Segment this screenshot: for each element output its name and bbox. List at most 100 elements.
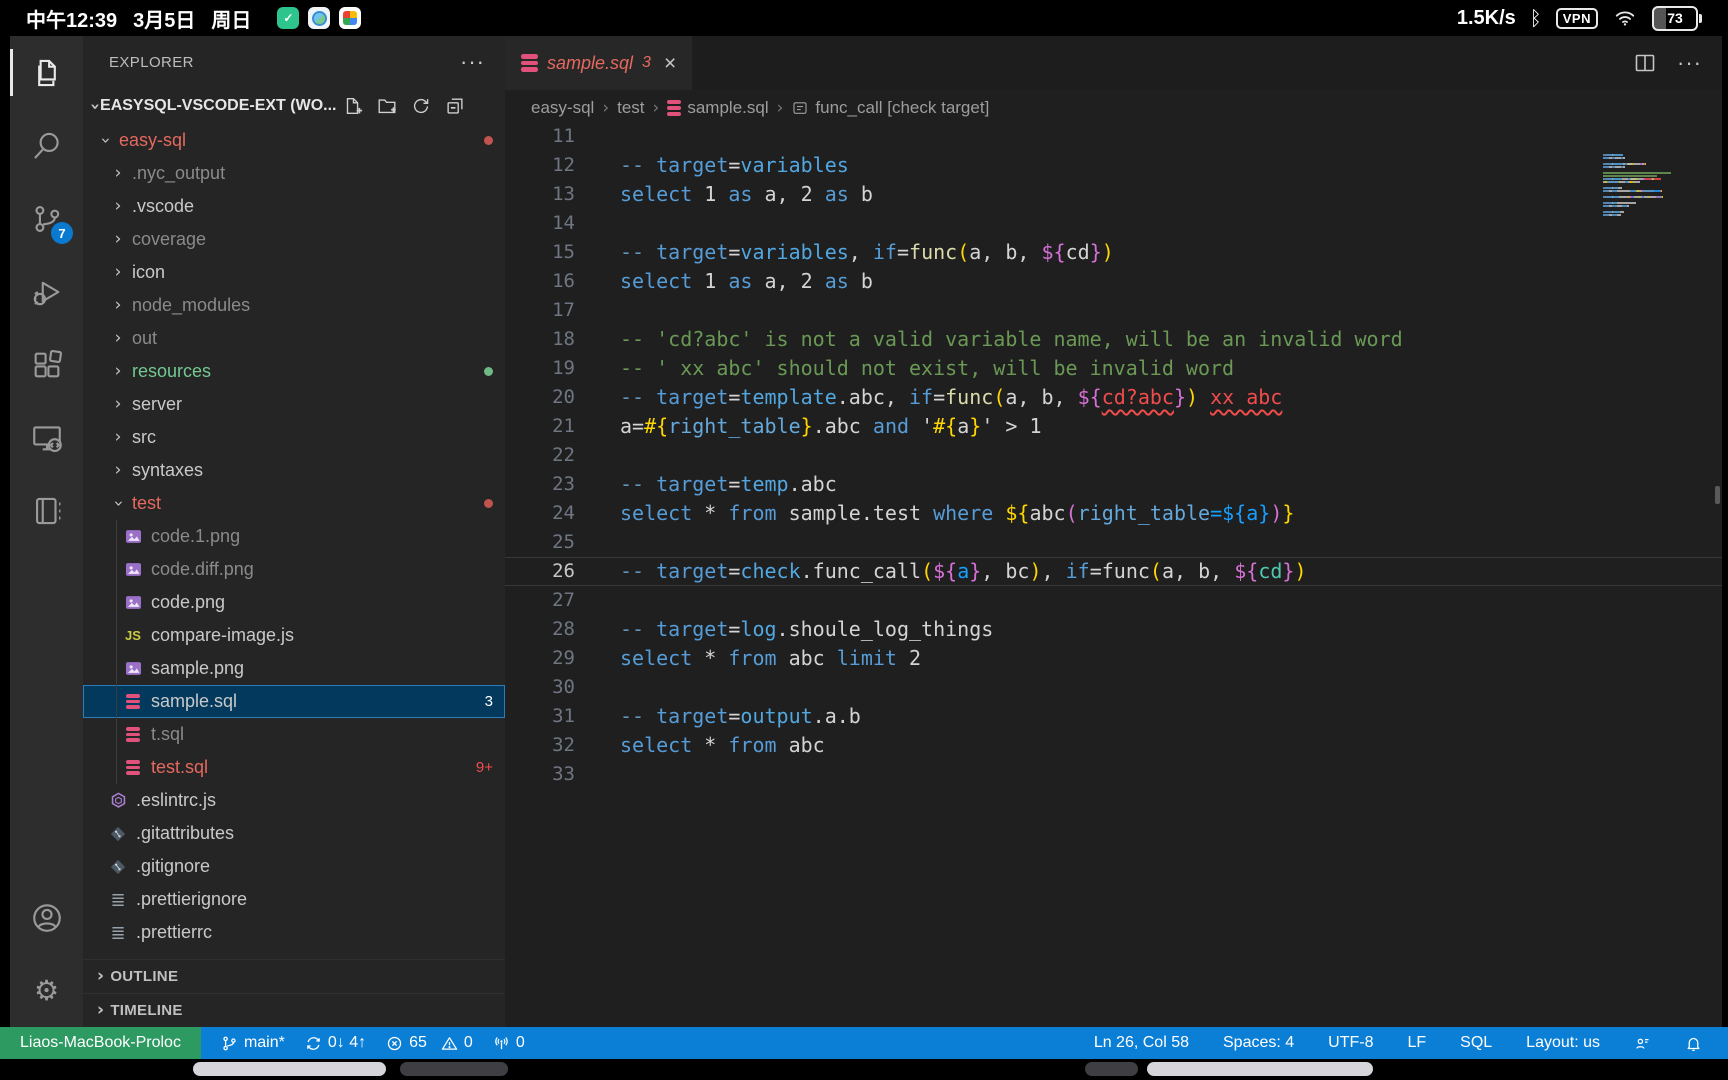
keyboard-layout[interactable]: Layout: us (1516, 1034, 1610, 1052)
tree-folder--nyc-output[interactable]: ›.nyc_output (83, 157, 505, 190)
workspace-section-header[interactable]: › EASYSQL-VSCODE-EXT (WO... (83, 88, 505, 124)
code-line-14[interactable]: 14 (505, 209, 1722, 238)
window-drag-handle[interactable] (400, 1062, 508, 1076)
code-line-32[interactable]: 32select * from abc (505, 731, 1722, 760)
breadcrumb-item[interactable]: sample.sql (667, 98, 768, 118)
code-line-11[interactable]: 11 (505, 126, 1722, 151)
tree-folder-easy-sql[interactable]: ›easy-sql (83, 124, 505, 157)
activity-extensions-button[interactable] (10, 328, 83, 401)
breadcrumb-separator: › (777, 98, 784, 118)
split-editor-icon[interactable] (1633, 51, 1657, 75)
remote-indicator[interactable]: Liaos-MacBook-Proloc (0, 1027, 201, 1059)
indentation-status[interactable]: Spaces: 4 (1213, 1034, 1304, 1052)
code-line-13[interactable]: 13select 1 as a, 2 as b (505, 180, 1722, 209)
code-line-18[interactable]: 18-- 'cd?abc' is not a valid variable na… (505, 325, 1722, 354)
breadcrumb-item[interactable]: func_call [check target] (791, 98, 989, 118)
problems-status[interactable]: 65 0 (376, 1034, 483, 1052)
tree-folder-src[interactable]: ›src (83, 421, 505, 454)
activity-search-button[interactable] (10, 109, 83, 182)
tree-file-compare-image-js[interactable]: JScompare-image.js (83, 619, 505, 652)
section-timeline[interactable]: ›TIMELINE (83, 993, 505, 1027)
tree-file-test-sql[interactable]: test.sql9+ (83, 751, 505, 784)
line-number: 18 (505, 325, 620, 354)
window-drag-handle[interactable] (1147, 1062, 1373, 1076)
code-line-25[interactable]: 25 (505, 528, 1722, 557)
sidebar-more-actions-button[interactable]: ··· (460, 49, 485, 75)
notifications-button[interactable] (1675, 1035, 1712, 1052)
tree-file-t-sql[interactable]: t.sql (83, 718, 505, 751)
store-app-icon[interactable] (339, 7, 361, 29)
minimap[interactable] (1603, 151, 1709, 220)
tree-file-sample-sql[interactable]: sample.sql3 (83, 685, 505, 718)
activity-run-debug-button[interactable] (10, 255, 83, 328)
code-line-20[interactable]: 20-- target=template.abc, if=func(a, b, … (505, 383, 1722, 412)
code-line-19[interactable]: 19-- ' xx abc' should not exist, will be… (505, 354, 1722, 383)
tree-folder-test[interactable]: ›test (83, 487, 505, 520)
tree-file--prettierrc[interactable]: ≣.prettierrc (83, 916, 505, 949)
code-line-31[interactable]: 31-- target=output.a.b (505, 702, 1722, 731)
tree-folder-server[interactable]: ›server (83, 388, 505, 421)
code-line-15[interactable]: 15-- target=variables, if=func(a, b, ${c… (505, 238, 1722, 267)
encoding-status[interactable]: UTF-8 (1318, 1034, 1383, 1052)
code-line-27[interactable]: 27 (505, 586, 1722, 615)
refresh-icon[interactable] (410, 95, 432, 117)
shield-app-icon[interactable]: ✓ (277, 7, 299, 29)
activity-settings-button[interactable]: ⚙ (10, 954, 83, 1027)
tree-file-code-png[interactable]: code.png (83, 586, 505, 619)
tree-folder-node-modules[interactable]: ›node_modules (83, 289, 505, 322)
code-line-30[interactable]: 30 (505, 673, 1722, 702)
cursor-position[interactable]: Ln 26, Col 58 (1084, 1034, 1199, 1052)
section-outline[interactable]: ›OUTLINE (83, 959, 505, 993)
breadcrumb-separator: › (653, 98, 660, 118)
tree-file--eslintrc-js[interactable]: .eslintrc.js (83, 784, 505, 817)
activity-source-control-button[interactable]: 7 (10, 182, 83, 255)
code-line-22[interactable]: 22 (505, 441, 1722, 470)
code-line-28[interactable]: 28-- target=log.shoule_log_things (505, 615, 1722, 644)
code-line-33[interactable]: 33 (505, 760, 1722, 789)
editor-more-actions-icon[interactable]: ··· (1677, 50, 1702, 76)
activity-explorer-button[interactable] (10, 36, 83, 109)
breadcrumb-item[interactable]: easy-sql (531, 98, 594, 118)
sync-status[interactable]: 0↓ 4↑ (295, 1034, 376, 1052)
code-line-24[interactable]: 24select * from sample.test where ${abc(… (505, 499, 1722, 528)
activity-remote-explorer-button[interactable] (10, 401, 83, 474)
eol-status[interactable]: LF (1397, 1034, 1436, 1052)
code-line-12[interactable]: 12-- target=variables (505, 151, 1722, 180)
new-folder-icon[interactable] (376, 95, 398, 117)
activity-notebook-button[interactable] (10, 474, 83, 547)
tree-item-label: .prettierignore (136, 889, 247, 910)
tree-file-code-1-png[interactable]: code.1.png (83, 520, 505, 553)
code-line-17[interactable]: 17 (505, 296, 1722, 325)
code-editor[interactable]: 1112-- target=variables13select 1 as a, … (505, 126, 1722, 1027)
window-drag-handle[interactable] (193, 1062, 386, 1076)
tree-folder-syntaxes[interactable]: ›syntaxes (83, 454, 505, 487)
code-line-29[interactable]: 29select * from abc limit 2 (505, 644, 1722, 673)
tree-folder-out[interactable]: ›out (83, 322, 505, 355)
breadcrumb-item[interactable]: test (617, 98, 644, 118)
code-line-21[interactable]: 21a=#{right_table}.abc and '#{a}' > 1 (505, 412, 1722, 441)
tree-folder--vscode[interactable]: ›.vscode (83, 190, 505, 223)
tree-file--prettierignore[interactable]: ≣.prettierignore (83, 883, 505, 916)
feedback-button[interactable] (1624, 1035, 1661, 1052)
collapse-all-icon[interactable] (444, 95, 466, 117)
tab-close-icon[interactable]: × (664, 53, 676, 74)
tree-file--gitignore[interactable]: .gitignore (83, 850, 505, 883)
tree-file-sample-png[interactable]: sample.png (83, 652, 505, 685)
ports-status[interactable]: 0 (483, 1034, 535, 1052)
tree-file-code-diff-png[interactable]: code.diff.png (83, 553, 505, 586)
code-line-26[interactable]: 26-- target=check.func_call(${a}, bc), i… (505, 557, 1722, 586)
tab-sample-sql[interactable]: sample.sql 3 × (505, 36, 692, 90)
code-line-23[interactable]: 23-- target=temp.abc (505, 470, 1722, 499)
code-line-16[interactable]: 16select 1 as a, 2 as b (505, 267, 1722, 296)
tree-folder-icon[interactable]: ›icon (83, 256, 505, 289)
browser-app-icon[interactable] (308, 7, 330, 29)
language-mode[interactable]: SQL (1450, 1034, 1502, 1052)
activity-account-button[interactable] (10, 881, 83, 954)
branch-status[interactable]: main* (211, 1034, 295, 1052)
tree-folder-coverage[interactable]: ›coverage (83, 223, 505, 256)
tree-file--gitattributes[interactable]: .gitattributes (83, 817, 505, 850)
window-drag-handle[interactable] (1085, 1062, 1138, 1076)
tree-folder-resources[interactable]: ›resources (83, 355, 505, 388)
new-file-icon[interactable] (342, 95, 364, 117)
line-number: 32 (505, 731, 620, 760)
